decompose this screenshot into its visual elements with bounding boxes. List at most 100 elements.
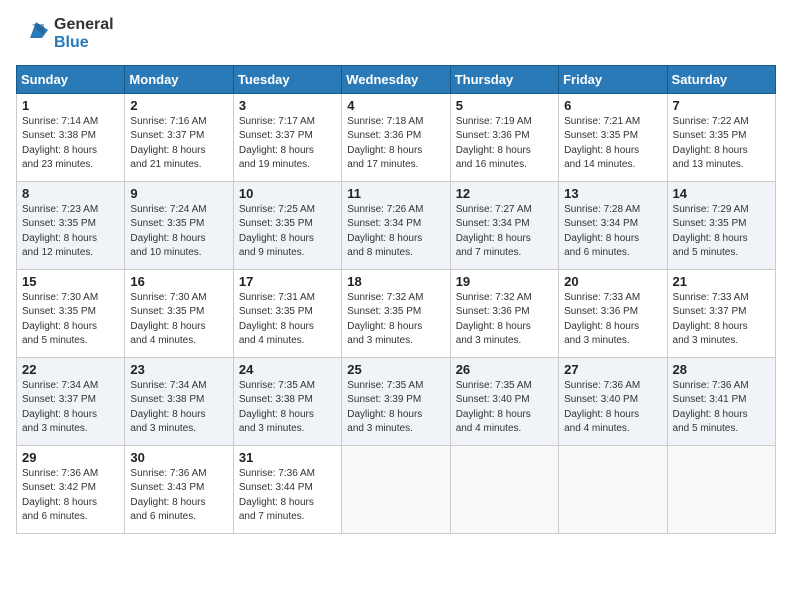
day-number: 31 [239,450,336,465]
calendar-cell: 20 Sunrise: 7:33 AMSunset: 3:36 PMDayligh… [559,269,667,357]
calendar-cell: 9 Sunrise: 7:24 AMSunset: 3:35 PMDaylight… [125,181,233,269]
cell-info: Sunrise: 7:36 AMSunset: 3:44 PMDaylight:… [239,467,336,525]
calendar-cell [559,445,667,533]
col-header-tuesday: Tuesday [233,65,341,93]
cell-info: Sunrise: 7:22 AMSunset: 3:35 PMDaylight:… [673,115,770,173]
header: General Blue [16,16,776,53]
calendar-cell: 7 Sunrise: 7:22 AMSunset: 3:35 PMDaylight… [667,93,775,181]
calendar-cell: 10Sunrise: 7:25 AMSunset: 3:35 PMDayligh… [233,181,341,269]
day-number: 1 [22,98,119,113]
week-row-4: 22 Sunrise: 7:34 AMSunset: 3:37 PMDayligh… [17,357,776,445]
calendar-cell: 15 Sunrise: 7:30 AMSunset: 3:35 PMDayligh… [17,269,125,357]
calendar-cell: 14 Sunrise: 7:29 AMSunset: 3:35 PMDayligh… [667,181,775,269]
day-number: 18 [347,274,444,289]
cell-info: Sunrise: 7:34 AMSunset: 3:37 PMDaylight:… [22,379,119,437]
calendar-table: SundayMondayTuesdayWednesdayThursdayFrid… [16,65,776,534]
calendar-header-row: SundayMondayTuesdayWednesdayThursdayFrid… [17,65,776,93]
col-header-wednesday: Wednesday [342,65,450,93]
cell-info: Sunrise: 7:32 AMSunset: 3:36 PMDaylight:… [456,291,553,349]
day-number: 19 [456,274,553,289]
col-header-monday: Monday [125,65,233,93]
calendar-cell: 19 Sunrise: 7:32 AMSunset: 3:36 PMDayligh… [450,269,558,357]
col-header-saturday: Saturday [667,65,775,93]
cell-info: Sunrise: 7:16 AMSunset: 3:37 PMDaylight:… [130,115,227,173]
day-number: 15 [22,274,119,289]
calendar-cell: 3 Sunrise: 7:17 AMSunset: 3:37 PMDaylight… [233,93,341,181]
calendar-cell: 26 Sunrise: 7:35 AMSunset: 3:40 PMDayligh… [450,357,558,445]
calendar-cell: 6Sunrise: 7:21 AMSunset: 3:35 PMDaylight… [559,93,667,181]
cell-info: Sunrise: 7:33 AMSunset: 3:36 PMDaylight:… [564,291,661,349]
calendar-cell: 18 Sunrise: 7:32 AMSunset: 3:35 PMDayligh… [342,269,450,357]
day-number: 11 [347,186,444,201]
calendar-cell [450,445,558,533]
day-number: 30 [130,450,227,465]
calendar-cell: 1 Sunrise: 7:14 AMSunset: 3:38 PMDaylight… [17,93,125,181]
cell-info: Sunrise: 7:31 AMSunset: 3:35 PMDaylight:… [239,291,336,349]
calendar-cell: 24 Sunrise: 7:35 AMSunset: 3:38 PMDayligh… [233,357,341,445]
logo-svg [16,20,48,48]
day-number: 9 [130,186,227,201]
calendar-cell: 2 Sunrise: 7:16 AMSunset: 3:37 PMDaylight… [125,93,233,181]
cell-info: Sunrise: 7:30 AMSunset: 3:35 PMDaylight:… [130,291,227,349]
week-row-2: 8 Sunrise: 7:23 AMSunset: 3:35 PMDaylight… [17,181,776,269]
day-number: 27 [564,362,661,377]
day-number: 26 [456,362,553,377]
cell-info: Sunrise: 7:25 AMSunset: 3:35 PMDaylight:… [239,203,336,261]
day-number: 6 [564,98,661,113]
day-number: 2 [130,98,227,113]
calendar-cell: 12Sunrise: 7:27 AMSunset: 3:34 PMDayligh… [450,181,558,269]
day-number: 22 [22,362,119,377]
cell-info: Sunrise: 7:35 AMSunset: 3:39 PMDaylight:… [347,379,444,437]
cell-info: Sunrise: 7:29 AMSunset: 3:35 PMDaylight:… [673,203,770,261]
cell-info: Sunrise: 7:35 AMSunset: 3:40 PMDaylight:… [456,379,553,437]
cell-info: Sunrise: 7:26 AMSunset: 3:34 PMDaylight:… [347,203,444,261]
cell-info: Sunrise: 7:23 AMSunset: 3:35 PMDaylight:… [22,203,119,261]
day-number: 4 [347,98,444,113]
cell-info: Sunrise: 7:32 AMSunset: 3:35 PMDaylight:… [347,291,444,349]
cell-info: Sunrise: 7:35 AMSunset: 3:38 PMDaylight:… [239,379,336,437]
cell-info: Sunrise: 7:19 AMSunset: 3:36 PMDaylight:… [456,115,553,173]
cell-info: Sunrise: 7:18 AMSunset: 3:36 PMDaylight:… [347,115,444,173]
calendar-cell: 29 Sunrise: 7:36 AMSunset: 3:42 PMDayligh… [17,445,125,533]
day-number: 20 [564,274,661,289]
day-number: 29 [22,450,119,465]
calendar-cell: 31 Sunrise: 7:36 AMSunset: 3:44 PMDayligh… [233,445,341,533]
cell-info: Sunrise: 7:34 AMSunset: 3:38 PMDaylight:… [130,379,227,437]
calendar-cell: 8 Sunrise: 7:23 AMSunset: 3:35 PMDaylight… [17,181,125,269]
day-number: 16 [130,274,227,289]
day-number: 13 [564,186,661,201]
day-number: 5 [456,98,553,113]
day-number: 23 [130,362,227,377]
week-row-1: 1 Sunrise: 7:14 AMSunset: 3:38 PMDaylight… [17,93,776,181]
calendar-cell: 5 Sunrise: 7:19 AMSunset: 3:36 PMDaylight… [450,93,558,181]
cell-info: Sunrise: 7:17 AMSunset: 3:37 PMDaylight:… [239,115,336,173]
logo-general-text: General [54,16,114,34]
logo: General Blue [16,16,114,53]
calendar-cell: 30Sunrise: 7:36 AMSunset: 3:43 PMDayligh… [125,445,233,533]
cell-info: Sunrise: 7:36 AMSunset: 3:42 PMDaylight:… [22,467,119,525]
cell-info: Sunrise: 7:24 AMSunset: 3:35 PMDaylight:… [130,203,227,261]
day-number: 17 [239,274,336,289]
col-header-thursday: Thursday [450,65,558,93]
calendar-cell: 27Sunrise: 7:36 AMSunset: 3:40 PMDayligh… [559,357,667,445]
calendar-cell: 25Sunrise: 7:35 AMSunset: 3:39 PMDayligh… [342,357,450,445]
cell-info: Sunrise: 7:36 AMSunset: 3:41 PMDaylight:… [673,379,770,437]
day-number: 28 [673,362,770,377]
week-row-3: 15 Sunrise: 7:30 AMSunset: 3:35 PMDayligh… [17,269,776,357]
cell-info: Sunrise: 7:27 AMSunset: 3:34 PMDaylight:… [456,203,553,261]
calendar-cell: 11 Sunrise: 7:26 AMSunset: 3:34 PMDayligh… [342,181,450,269]
day-number: 3 [239,98,336,113]
day-number: 7 [673,98,770,113]
day-number: 14 [673,186,770,201]
calendar-cell: 28 Sunrise: 7:36 AMSunset: 3:41 PMDayligh… [667,357,775,445]
calendar-cell [667,445,775,533]
day-number: 8 [22,186,119,201]
calendar-cell: 16 Sunrise: 7:30 AMSunset: 3:35 PMDayligh… [125,269,233,357]
day-number: 24 [239,362,336,377]
cell-info: Sunrise: 7:14 AMSunset: 3:38 PMDaylight:… [22,115,119,173]
calendar-cell [342,445,450,533]
cell-info: Sunrise: 7:30 AMSunset: 3:35 PMDaylight:… [22,291,119,349]
calendar-cell: 4 Sunrise: 7:18 AMSunset: 3:36 PMDaylight… [342,93,450,181]
logo-blue-text: Blue [54,34,114,52]
calendar-cell: 23 Sunrise: 7:34 AMSunset: 3:38 PMDayligh… [125,357,233,445]
